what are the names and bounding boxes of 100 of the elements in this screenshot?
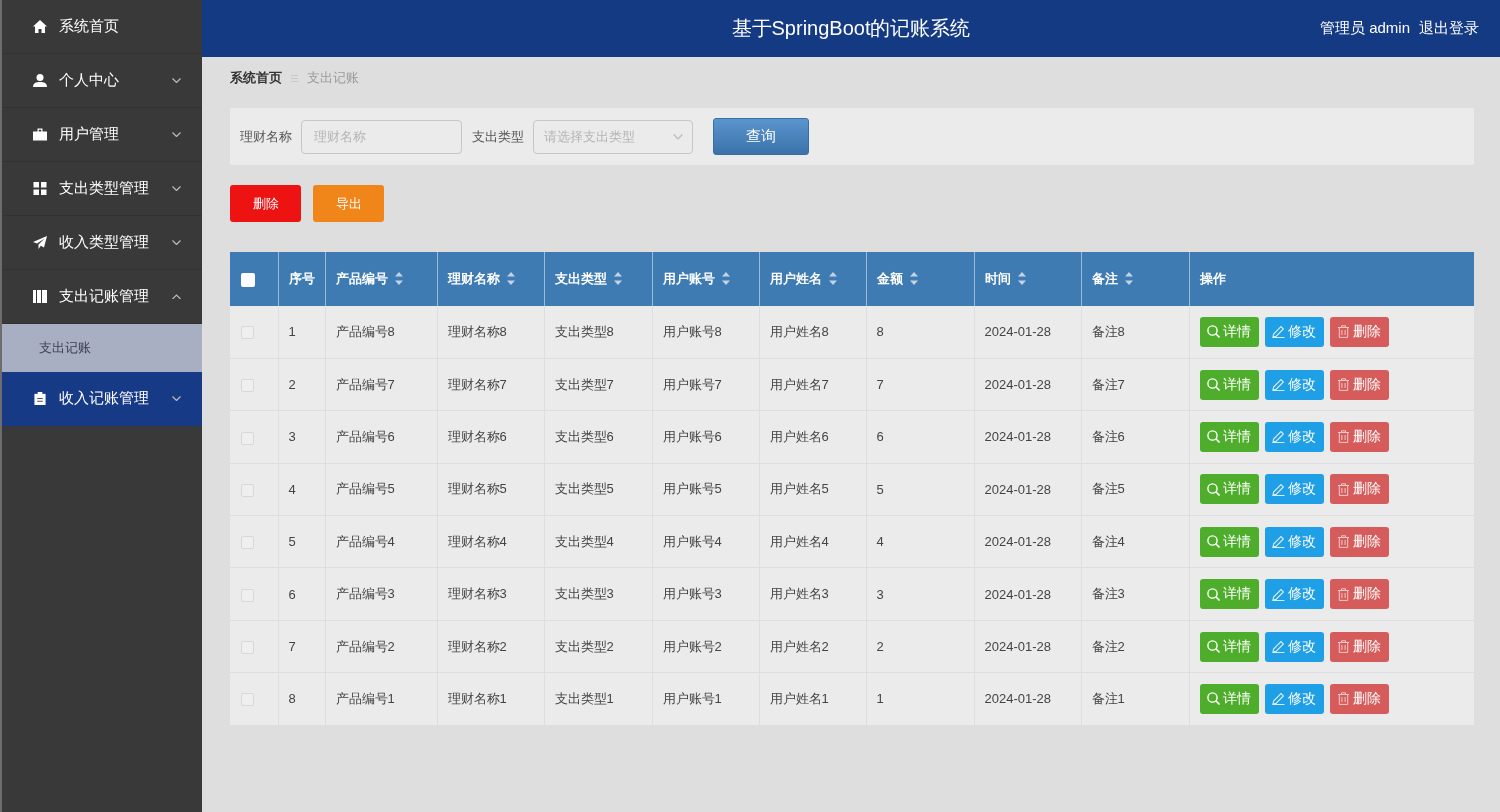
details-button[interactable]: 详情 xyxy=(1199,631,1259,662)
edit-button[interactable]: 修改 xyxy=(1264,421,1324,452)
table-cell: 4 xyxy=(278,463,325,516)
pencil-icon xyxy=(1271,482,1285,496)
table-cell: 产品编号4 xyxy=(325,515,437,568)
search-icon xyxy=(1206,535,1220,549)
table-cell: 用户姓名4 xyxy=(759,515,866,568)
pencil-icon xyxy=(1271,640,1285,654)
pencil-icon xyxy=(1271,378,1285,392)
details-button[interactable]: 详情 xyxy=(1199,369,1259,400)
checkbox[interactable] xyxy=(241,272,255,287)
table-cell: 2024-01-28 xyxy=(974,515,1081,568)
table-cell: 2024-01-28 xyxy=(974,410,1081,464)
table-cell: 用户账号2 xyxy=(652,620,759,673)
trash-icon xyxy=(1336,482,1350,496)
delete-button[interactable]: 删除 xyxy=(1329,631,1389,662)
details-button[interactable]: 详情 xyxy=(1199,474,1259,505)
search-icon xyxy=(1206,692,1220,706)
table-cell: 支出类型3 xyxy=(544,567,652,621)
table-cell: 支出类型4 xyxy=(544,515,652,568)
logout-link[interactable]: 退出登录 xyxy=(1419,19,1479,38)
table-cell: 用户账号8 xyxy=(652,306,759,359)
details-button[interactable]: 详情 xyxy=(1199,316,1259,347)
details-button[interactable]: 详情 xyxy=(1199,421,1259,452)
table-cell: 6 xyxy=(866,410,974,464)
table-cell: 2024-01-28 xyxy=(974,620,1081,673)
table-cell: 产品编号3 xyxy=(325,567,437,621)
details-button[interactable]: 详情 xyxy=(1199,579,1259,610)
delete-button[interactable]: 删除 xyxy=(1329,474,1389,505)
table-cell: 备注7 xyxy=(1081,358,1189,411)
table-cell: 2024-01-28 xyxy=(974,358,1081,411)
table-cell: 理财名称6 xyxy=(437,410,544,464)
table-cell: 备注2 xyxy=(1081,620,1189,673)
table-cell: 用户姓名2 xyxy=(759,620,866,673)
search-icon xyxy=(1206,482,1220,496)
export-button[interactable]: 导出 xyxy=(313,185,384,222)
table-cell: 备注4 xyxy=(1081,515,1189,568)
table-cell: 用户姓名3 xyxy=(759,567,866,621)
trash-icon xyxy=(1336,378,1350,392)
table-cell: 用户姓名6 xyxy=(759,410,866,464)
trash-icon xyxy=(1336,325,1350,339)
table-cell: 支出类型7 xyxy=(544,358,652,411)
book-icon xyxy=(33,290,47,303)
delete-button[interactable]: 删除 xyxy=(1329,526,1389,557)
chevron-down-icon xyxy=(673,133,683,140)
edit-button[interactable]: 修改 xyxy=(1264,631,1324,662)
table-cell: 理财名称1 xyxy=(437,672,544,726)
table-cell: 产品编号6 xyxy=(325,410,437,464)
delete-button[interactable]: 删除 xyxy=(1329,369,1389,400)
table-cell: 4 xyxy=(866,515,974,568)
table-cell: 用户账号5 xyxy=(652,463,759,516)
delete-button[interactable]: 删除 xyxy=(1329,683,1389,714)
table-cell: 8 xyxy=(278,672,325,726)
table-cell: 2024-01-28 xyxy=(974,463,1081,516)
table-cell: 产品编号7 xyxy=(325,358,437,411)
table-cell: 支出类型1 xyxy=(544,672,652,726)
breadcrumb-current: 支出记账 xyxy=(307,69,359,87)
edit-button[interactable]: 修改 xyxy=(1264,474,1324,505)
table-cell: 2024-01-28 xyxy=(974,672,1081,726)
table-cell: 用户姓名5 xyxy=(759,463,866,516)
trash-icon xyxy=(1336,692,1350,706)
table-cell: 备注8 xyxy=(1081,306,1189,359)
table-cell: 2 xyxy=(278,358,325,411)
search-button[interactable]: 查询 xyxy=(713,118,809,155)
table-cell: 8 xyxy=(866,306,974,359)
search-icon xyxy=(1206,325,1220,339)
table-cell: 备注1 xyxy=(1081,672,1189,726)
table-cell: 理财名称3 xyxy=(437,567,544,621)
breadcrumb-link[interactable]: 系统首页 xyxy=(230,69,282,87)
app-title: 基于SpringBoot的记账系统 xyxy=(731,16,971,41)
delete-button[interactable]: 删除 xyxy=(1329,316,1389,347)
pencil-icon xyxy=(1271,535,1285,549)
user-label: 管理员 admin xyxy=(1319,19,1410,38)
details-button[interactable]: 详情 xyxy=(1199,526,1259,557)
table-cell: 用户账号3 xyxy=(652,567,759,621)
table-cell: 7 xyxy=(278,620,325,673)
table-cell: 用户账号6 xyxy=(652,410,759,464)
pencil-icon xyxy=(1271,430,1285,444)
edit-button[interactable]: 修改 xyxy=(1264,316,1324,347)
table-cell: 备注6 xyxy=(1081,410,1189,464)
submenu-item[interactable]: 支出记账 xyxy=(2,324,202,372)
table-cell: 备注3 xyxy=(1081,567,1189,621)
edit-button[interactable]: 修改 xyxy=(1264,579,1324,610)
delete-button[interactable]: 删除 xyxy=(1329,579,1389,610)
table-cell: 支出类型6 xyxy=(544,410,652,464)
delete-button[interactable]: 删除 xyxy=(230,185,301,222)
table-cell: 5 xyxy=(278,515,325,568)
pencil-icon xyxy=(1271,587,1285,601)
home-icon xyxy=(33,20,47,33)
pencil-icon xyxy=(1271,692,1285,706)
field-label: 支出类型 xyxy=(472,127,524,146)
trash-icon xyxy=(1336,535,1350,549)
pencil-icon xyxy=(1271,325,1285,339)
edit-button[interactable]: 修改 xyxy=(1264,683,1324,714)
sidebar-item[interactable]: 收入记账管理 xyxy=(2,372,202,426)
edit-button[interactable]: 修改 xyxy=(1264,526,1324,557)
table-cell: 用户账号4 xyxy=(652,515,759,568)
details-button[interactable]: 详情 xyxy=(1199,683,1259,714)
edit-button[interactable]: 修改 xyxy=(1264,369,1324,400)
delete-button[interactable]: 删除 xyxy=(1329,421,1389,452)
